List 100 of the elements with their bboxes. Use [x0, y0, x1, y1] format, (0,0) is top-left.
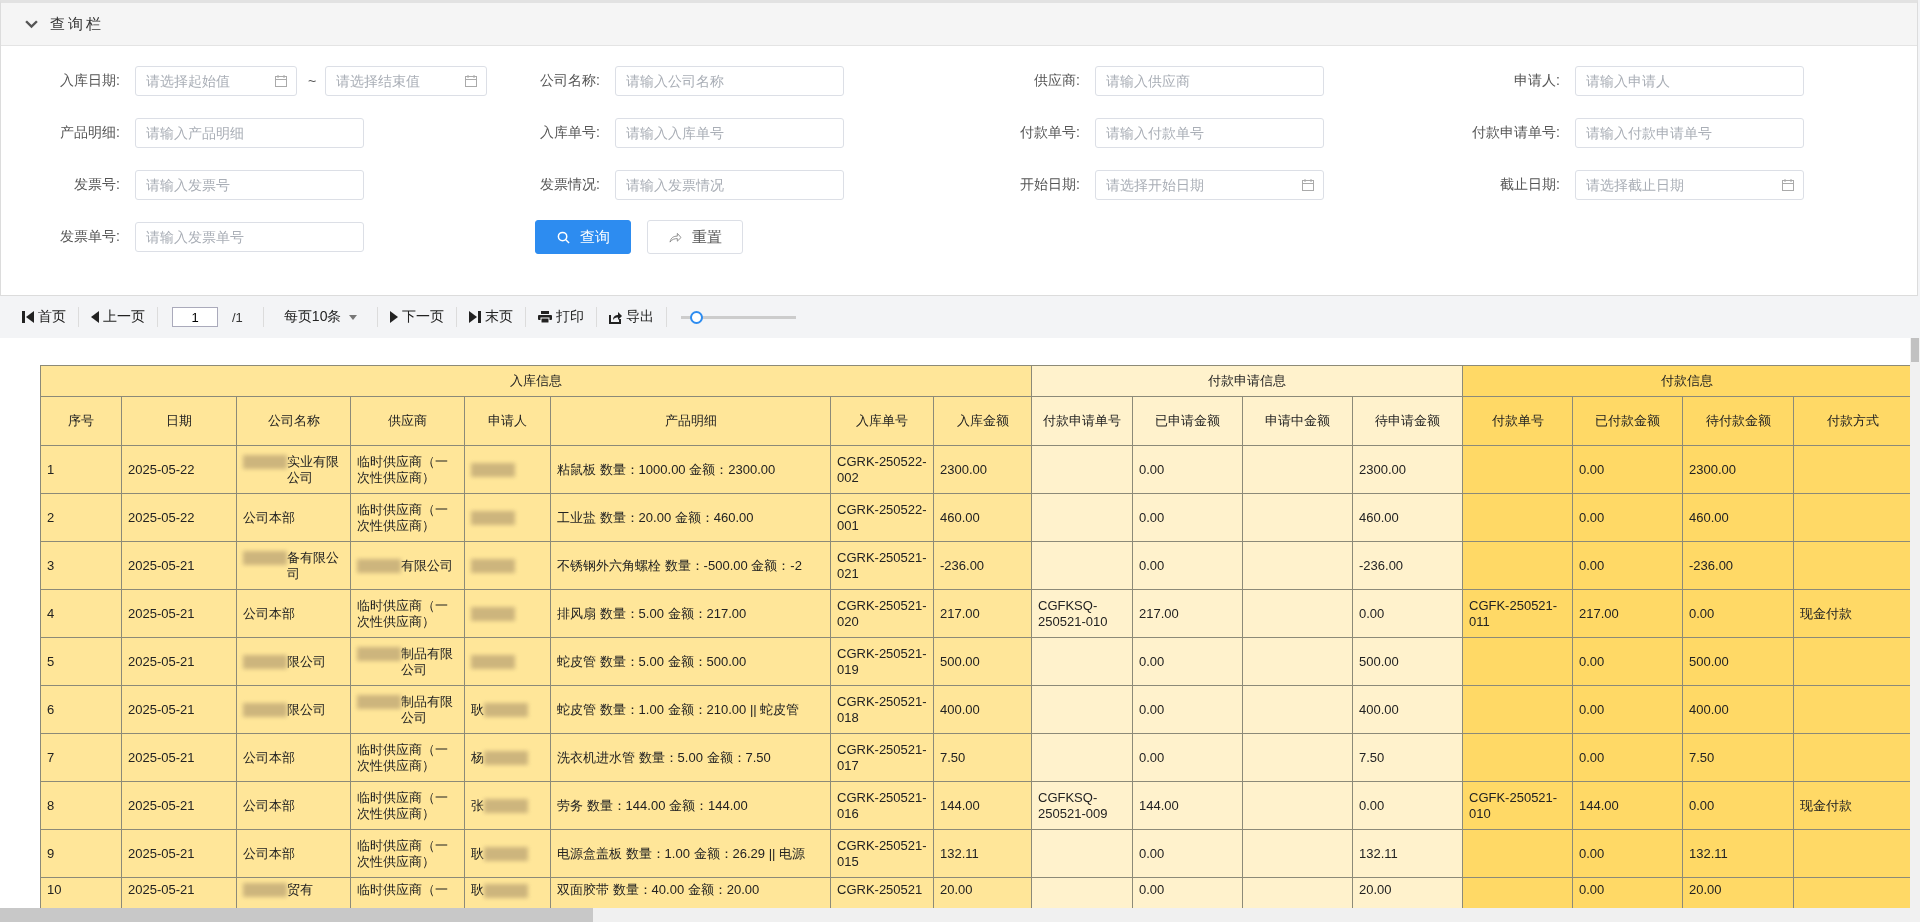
redacted-blur [484, 703, 528, 717]
table-cell: 144.00 [1132, 781, 1243, 830]
date-field[interactable]: 请选择截止日期 [1575, 170, 1804, 200]
first-page-icon [22, 311, 34, 323]
input-field[interactable]: 请输入发票单号 [135, 222, 364, 252]
curved-arrow-icon [668, 231, 682, 243]
table-cell: CGRK-250522-002 [830, 445, 934, 494]
table-cell: 0.00 [1572, 541, 1683, 590]
cell-text: 贸有 [287, 882, 313, 898]
table-cell: 临时供应商（一 [350, 877, 465, 908]
column-header: 付款方式 [1793, 396, 1912, 446]
table-cell: 2025-05-22 [121, 493, 237, 542]
calendar-icon[interactable] [275, 75, 287, 87]
reset-button[interactable]: 重置 [647, 220, 743, 254]
column-header: 入库单号 [830, 396, 934, 446]
table-cell: CGFK-250521-010 [1462, 781, 1573, 830]
input-field[interactable]: 请输入供应商 [1095, 66, 1324, 96]
vertical-scrollbar[interactable] [1910, 338, 1920, 922]
first-button[interactable]: 首页 [20, 308, 68, 326]
input-field[interactable]: 请输入入库单号 [615, 118, 844, 148]
column-header: 序号 [40, 396, 122, 446]
field-label: 产品明细: [59, 124, 120, 142]
table-cell: 20.00 [1352, 877, 1463, 908]
column-header: 申请人 [464, 396, 551, 446]
table-cell: CGRK-250521-017 [830, 733, 934, 782]
column-header: 日期 [121, 396, 237, 446]
field-label: 付款单号: [1019, 124, 1080, 142]
page-number-field[interactable]: 1 [172, 307, 218, 327]
table-cell: 临时供应商（一次性供应商） [350, 493, 465, 542]
table-cell: 工业盐 数量：20.00 金额：460.00 [550, 493, 831, 542]
previous-icon [91, 311, 99, 323]
redacted-blur [471, 607, 515, 621]
group-header: 付款信息 [1462, 365, 1912, 397]
table-cell: 144.00 [1572, 781, 1683, 830]
table-cell: 蛇皮管 数量：5.00 金额：500.00 [550, 637, 831, 686]
calendar-icon[interactable] [1782, 179, 1794, 191]
table-cell: -236.00 [1682, 541, 1794, 590]
column-header: 已申请金额 [1132, 396, 1243, 446]
calendar-icon[interactable] [465, 75, 478, 87]
input-field[interactable]: 请输入产品明细 [135, 118, 364, 148]
table-cell: 4 [40, 589, 122, 638]
cell-text: 耿 [471, 882, 484, 898]
table-cell: 7.50 [933, 733, 1032, 782]
zoom-slider[interactable] [681, 310, 797, 324]
redacted-blur [471, 511, 515, 525]
table-cell: 现金付款 [1793, 781, 1912, 830]
input-field[interactable]: 请输入发票号 [135, 170, 364, 200]
redacted-blur [484, 751, 528, 765]
table-cell: 0.00 [1132, 685, 1243, 734]
table-cell: 电源盒盖板 数量：1.00 金额：26.29 || 电源 [550, 829, 831, 878]
input-field[interactable]: 请输入付款单号 [1095, 118, 1324, 148]
table-cell: 8 [40, 781, 122, 830]
redacted-blur [484, 883, 528, 898]
export-button[interactable]: 导出 [607, 308, 657, 326]
table-cell: 临时供应商（一次性供应商） [350, 829, 465, 878]
prev-button[interactable]: 上一页 [89, 308, 147, 326]
slider-thumb[interactable] [690, 310, 704, 324]
table-cell: 500.00 [1352, 637, 1463, 686]
field-label: 付款申请单号: [1471, 124, 1560, 142]
printer-icon [538, 311, 553, 323]
table-cell: 2025-05-21 [121, 637, 237, 686]
date-field[interactable]: 请选择起始值 [135, 66, 297, 96]
redacted-blur [471, 463, 515, 477]
print-button[interactable]: 打印 [536, 308, 587, 326]
table-cell: 20.00 [933, 877, 1032, 908]
page-size-dropdown[interactable]: 每页10条 [273, 308, 368, 326]
table-cell: 144.00 [933, 781, 1032, 830]
table-cell: 2025-05-21 [121, 685, 237, 734]
table-cell: 0.00 [1572, 829, 1683, 878]
field-label: 入库单号: [539, 124, 600, 142]
column-header: 付款单号 [1462, 396, 1573, 446]
table-cell: CGFK-250521-011 [1462, 589, 1573, 638]
table-cell: 400.00 [1682, 685, 1794, 734]
calendar-icon[interactable] [1302, 179, 1314, 191]
table-cell: 0.00 [1132, 877, 1243, 908]
cell-text: 杨 [471, 749, 484, 766]
cell-text: 限公司 [287, 653, 326, 670]
input-field[interactable]: 请输入付款申请单号 [1575, 118, 1804, 148]
panel-header[interactable]: 查询栏 [1, 3, 1917, 46]
group-header: 入库信息 [40, 365, 1032, 397]
table-cell: 0.00 [1572, 685, 1683, 734]
redacted-blur [471, 655, 515, 669]
date-field[interactable]: 请选择结束值 [325, 66, 488, 96]
date-field[interactable]: 请选择开始日期 [1095, 170, 1324, 200]
field-label: 截止日期: [1499, 176, 1560, 194]
last-button[interactable]: 末页 [467, 308, 516, 326]
column-header: 入库金额 [933, 396, 1032, 446]
table-cell: 6 [40, 685, 122, 734]
table-cell: CGRK-250521-019 [830, 637, 934, 686]
input-field[interactable]: 请输入公司名称 [615, 66, 844, 96]
horizontal-scrollbar[interactable] [0, 908, 1910, 922]
input-field[interactable]: 请输入发票情况 [615, 170, 844, 200]
field-label: 供应商: [1033, 72, 1080, 90]
table-cell: CGRK-250521 [830, 877, 934, 908]
table-cell: 0.00 [1572, 733, 1683, 782]
next-button[interactable]: 下一页 [388, 308, 447, 326]
cell-text: 耿 [471, 845, 484, 862]
next-icon [390, 311, 399, 323]
table-cell: 0.00 [1352, 781, 1463, 830]
input-field[interactable]: 请输入申请人 [1575, 66, 1804, 96]
